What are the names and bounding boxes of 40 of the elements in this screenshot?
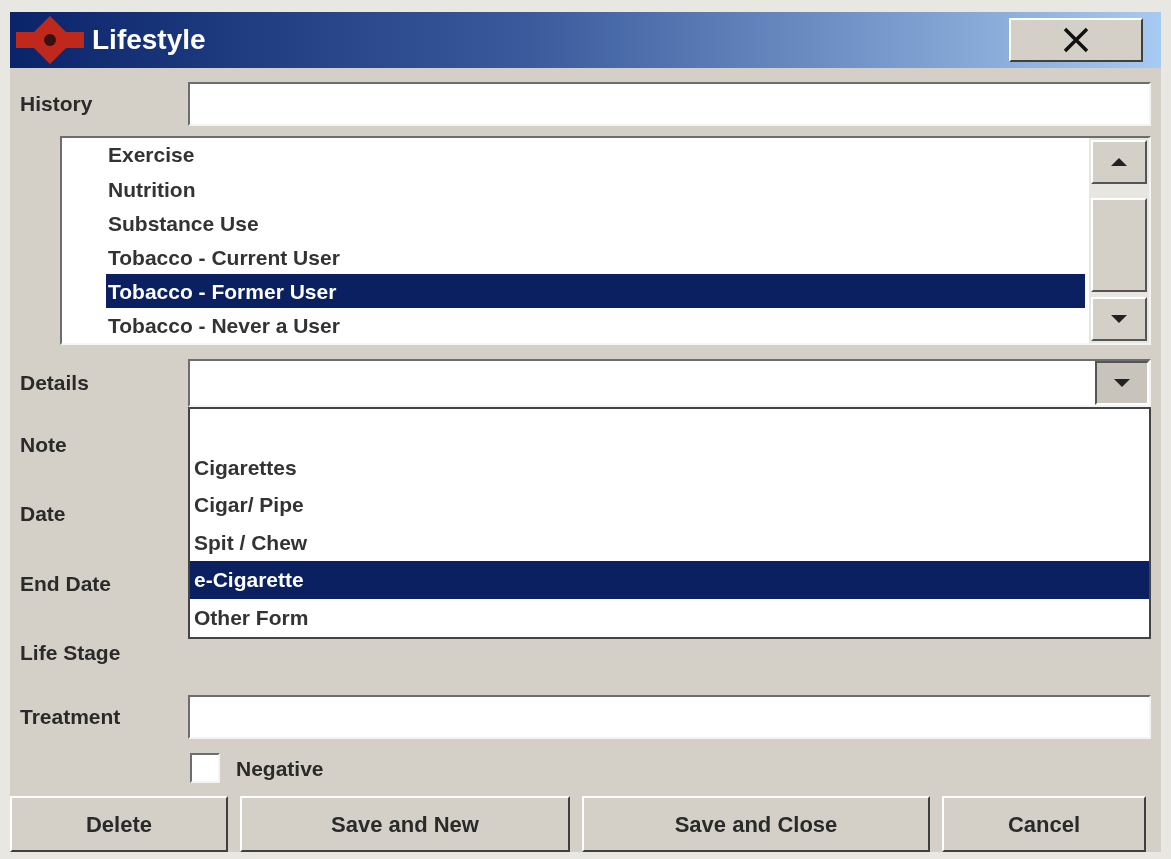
treatment-field[interactable] <box>188 694 1151 739</box>
checkbox-label: Negative <box>236 755 324 782</box>
scroll-up-button[interactable] <box>1091 140 1147 185</box>
field-label: Details <box>20 369 90 396</box>
scrollbar[interactable] <box>1089 138 1149 343</box>
up-arrow-icon <box>1110 157 1128 168</box>
field-label: Life Stage <box>20 640 122 666</box>
scroll-down-button[interactable] <box>1091 296 1147 341</box>
down-arrow-icon <box>1113 377 1131 388</box>
dialog-button[interactable]: Cancel <box>942 796 1146 852</box>
dropdown-option[interactable]: Cigar/ Pipe <box>190 486 1149 524</box>
list-item[interactable]: Exercise <box>106 138 1085 173</box>
dropdown-option[interactable]: Spit / Chew <box>190 523 1149 562</box>
dialog-button[interactable]: Save and Close <box>582 796 930 852</box>
dropdown-option[interactable]: Cigarettes <box>190 448 1149 487</box>
down-arrow-icon <box>1110 313 1128 324</box>
diamond-logo-icon <box>14 14 86 67</box>
negative-checkbox[interactable] <box>190 753 220 784</box>
field-label: Treatment <box>20 703 122 730</box>
dialog-button[interactable]: Save and New <box>240 796 570 852</box>
dropdown-button[interactable] <box>1095 360 1149 405</box>
dialog-button[interactable]: Delete <box>10 796 228 852</box>
field-label: Note <box>20 431 68 458</box>
dropdown-option[interactable]: e-Cigarette <box>190 561 1149 599</box>
list-item[interactable]: Tobacco - Never a User <box>106 308 1085 343</box>
scroll-thumb[interactable] <box>1091 198 1147 293</box>
close-button[interactable] <box>1009 18 1143 63</box>
field-label: End Date <box>20 570 112 597</box>
window-title: Lifestyle <box>92 23 206 58</box>
field-label: History <box>20 91 94 118</box>
details-dropdown[interactable] <box>188 358 1151 407</box>
list-item[interactable]: Substance Use <box>106 206 1085 241</box>
history-list[interactable]: Exercise Nutrition Substance Use Tobacco - Current User Tobacco - Former User Tobacco - Never a User <box>60 136 1151 345</box>
close-icon <box>1062 26 1090 55</box>
list-item[interactable]: Nutrition <box>106 172 1085 207</box>
history-field[interactable] <box>188 82 1151 127</box>
list-item[interactable]: Tobacco - Current User <box>106 240 1085 275</box>
field-label: Date <box>20 501 67 527</box>
dropdown-option[interactable]: Other Form <box>190 598 1149 637</box>
list-item[interactable]: Tobacco - Former User <box>106 274 1085 309</box>
